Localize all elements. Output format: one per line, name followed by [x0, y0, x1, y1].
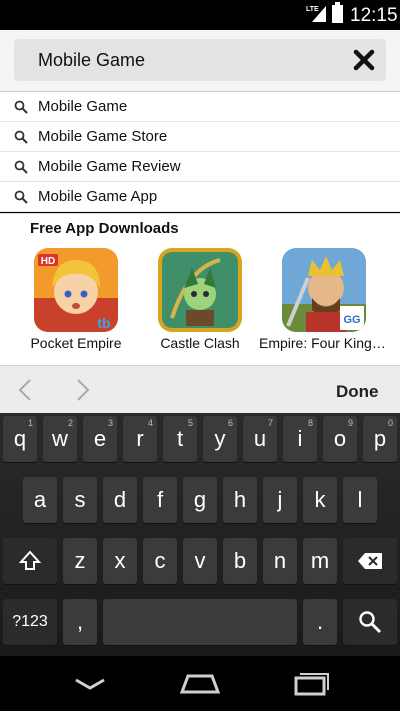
keyboard-toolbar: Done [0, 365, 400, 413]
key-d[interactable]: d [103, 477, 137, 523]
key-o[interactable]: 9o [323, 416, 357, 462]
app-icon: GG [282, 248, 366, 332]
key-a[interactable]: a [23, 477, 57, 523]
key-x[interactable]: x [103, 538, 137, 584]
back-chevron-icon[interactable] [68, 670, 112, 698]
search-icon [14, 100, 28, 114]
key-q[interactable]: 1q [3, 416, 37, 462]
search-header [0, 30, 400, 92]
suggestion-item[interactable]: Mobile Game Store [0, 122, 400, 152]
search-input[interactable] [14, 39, 334, 81]
suggestion-label: Mobile Game App [38, 188, 158, 205]
clear-search-button[interactable] [350, 46, 378, 74]
key-p[interactable]: 0p [363, 416, 397, 462]
app-icon [158, 248, 242, 332]
battery-icon [332, 2, 343, 23]
key-r[interactable]: 4r [123, 416, 157, 462]
key-n[interactable]: n [263, 538, 297, 584]
suggestion-item[interactable]: Mobile Game App [0, 182, 400, 212]
section-title: Free App Downloads [30, 220, 179, 237]
backspace-icon [358, 553, 382, 569]
suggestion-label: Mobile Game Review [38, 158, 181, 175]
suggestion-item[interactable]: Mobile Game [0, 92, 400, 122]
space-key[interactable] [103, 599, 297, 645]
key-z[interactable]: z [63, 538, 97, 584]
search-icon [14, 160, 28, 174]
symbols-key[interactable]: ?123 [3, 599, 57, 645]
signal-icon [312, 6, 326, 22]
key-h[interactable]: h [223, 477, 257, 523]
search-key[interactable] [343, 599, 397, 645]
key-g[interactable]: g [183, 477, 217, 523]
shift-icon [18, 550, 42, 570]
key-v[interactable]: v [183, 538, 217, 584]
corner-logo: tb [97, 315, 110, 331]
clock: 12:15 [350, 5, 398, 26]
period-key[interactable]: . [303, 599, 337, 645]
key-s[interactable]: s [63, 477, 97, 523]
key-k[interactable]: k [303, 477, 337, 523]
search-icon [14, 190, 28, 204]
key-f[interactable]: f [143, 477, 177, 523]
suggestion-list: Mobile Game Mobile Game Store Mobile Gam… [0, 92, 400, 212]
corner-logo: GG [343, 314, 360, 326]
status-bar: LTE 12:15 [0, 0, 400, 30]
app-icon: HD tb [34, 248, 118, 332]
key-j[interactable]: j [263, 477, 297, 523]
app-tile-castle-clash[interactable]: Castle Clash [135, 248, 265, 358]
search-icon [14, 130, 28, 144]
free-app-downloads: Free App Downloads HD tb Pocket Empire C… [0, 213, 400, 365]
suggestion-label: Mobile Game [38, 98, 128, 115]
app-name: Pocket Empire [30, 335, 122, 351]
key-e[interactable]: 3e [83, 416, 117, 462]
app-tile-empire-four-kingdoms[interactable]: GG Empire: Four Kingdoms [259, 248, 389, 358]
app-name: Castle Clash [160, 335, 240, 351]
key-w[interactable]: 2w [43, 416, 77, 462]
backspace-key[interactable] [343, 538, 397, 584]
app-tile-pocket-empire[interactable]: HD tb Pocket Empire [11, 248, 141, 358]
keyboard: 1q 2w 3e 4r 5t 6y 7u 8i 9o 0p a s d f g … [0, 413, 400, 656]
done-button[interactable]: Done [336, 382, 379, 402]
shift-key[interactable] [3, 538, 57, 584]
key-y[interactable]: 6y [203, 416, 237, 462]
search-box [14, 39, 386, 81]
hd-badge: HD [41, 256, 55, 267]
key-m[interactable]: m [303, 538, 337, 584]
key-l[interactable]: l [343, 477, 377, 523]
search-icon [359, 611, 382, 634]
suggestion-item[interactable]: Mobile Game Review [0, 152, 400, 182]
navigation-bar [0, 656, 400, 711]
close-icon [353, 49, 375, 71]
key-u[interactable]: 7u [243, 416, 277, 462]
key-i[interactable]: 8i [283, 416, 317, 462]
chevron-right-icon[interactable] [70, 378, 94, 402]
home-icon[interactable] [178, 670, 222, 698]
chevron-left-icon[interactable] [14, 378, 38, 402]
key-b[interactable]: b [223, 538, 257, 584]
app-name: Empire: Four Kingdoms [259, 335, 389, 351]
recent-apps-icon[interactable] [288, 670, 332, 698]
comma-key[interactable]: , [63, 599, 97, 645]
key-c[interactable]: c [143, 538, 177, 584]
suggestion-label: Mobile Game Store [38, 128, 168, 145]
key-t[interactable]: 5t [163, 416, 197, 462]
